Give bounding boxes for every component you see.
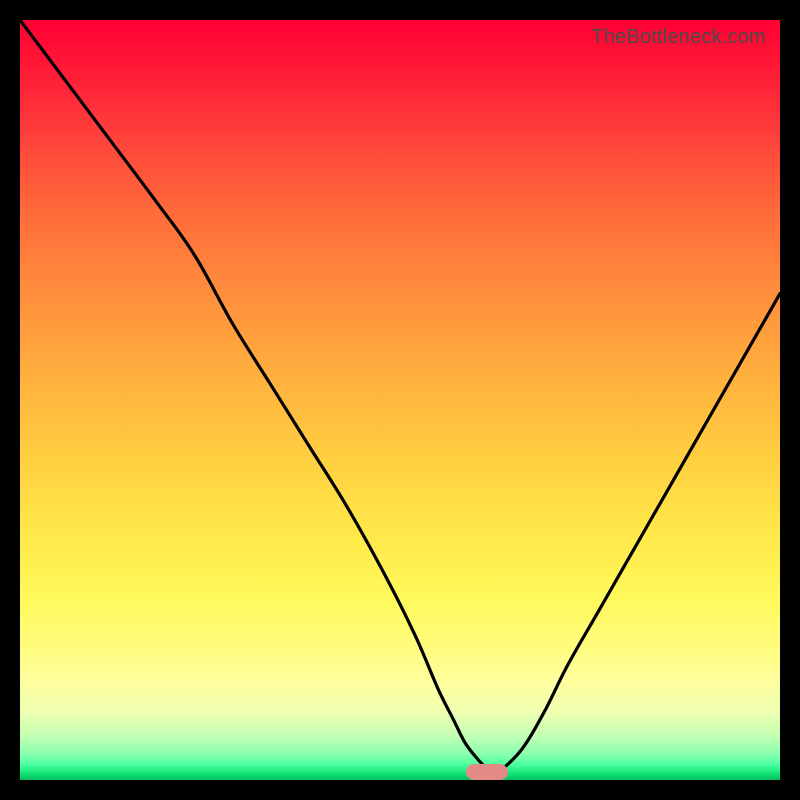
trough-marker — [466, 764, 508, 780]
chart-frame: TheBottleneck.com — [10, 10, 790, 790]
curve-left-branch — [20, 20, 499, 772]
plot-area: TheBottleneck.com — [20, 20, 780, 780]
bottleneck-curve — [20, 20, 780, 780]
curve-right-branch — [499, 294, 780, 773]
